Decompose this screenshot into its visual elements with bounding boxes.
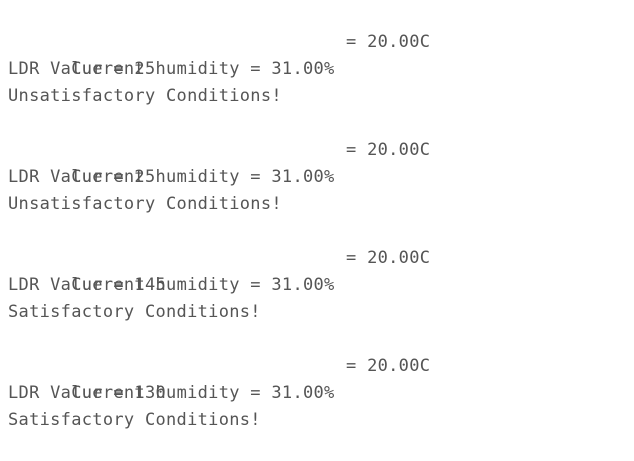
temperature-text: = 20.00C: [346, 248, 431, 268]
reading-block: Current humidity = 31.00% = 20.00C LDR V…: [8, 29, 626, 110]
page: { "console": { "blocks": [ { "humidity_t…: [0, 0, 634, 455]
reading-block: Current humidity = 31.00% = 20.00C LDR V…: [8, 245, 626, 326]
reading-block: Current humidity = 31.00% = 20.00C LDR V…: [8, 353, 626, 434]
humidity-text: Current humidity = 31.00%: [71, 59, 335, 79]
humidity-line: Current humidity = 31.00% = 20.00C: [8, 29, 626, 79]
condition-status-line: Unsatisfactory Conditions!: [8, 194, 282, 214]
temperature-text: = 20.00C: [346, 32, 431, 52]
humidity-text: Current humidity = 31.00%: [71, 167, 335, 187]
humidity-text: Current humidity = 31.00%: [71, 275, 335, 295]
humidity-line: Current humidity = 31.00% = 20.00C: [8, 245, 626, 295]
humidity-text: Current humidity = 31.00%: [71, 383, 335, 403]
reading-block: Current humidity = 31.00% = 20.00C LDR V…: [8, 137, 626, 218]
humidity-line: Current humidity = 31.00% = 20.00C: [8, 353, 626, 403]
humidity-line: Current humidity = 31.00% = 20.00C: [8, 137, 626, 187]
condition-status-line: Unsatisfactory Conditions!: [8, 86, 282, 106]
serial-monitor-output: Current humidity = 31.00% = 20.00C LDR V…: [8, 29, 626, 461]
condition-status-line: Satisfactory Conditions!: [8, 410, 261, 430]
temperature-text: = 20.00C: [346, 140, 431, 160]
temperature-text: = 20.00C: [346, 356, 431, 376]
condition-status-line: Satisfactory Conditions!: [8, 302, 261, 322]
